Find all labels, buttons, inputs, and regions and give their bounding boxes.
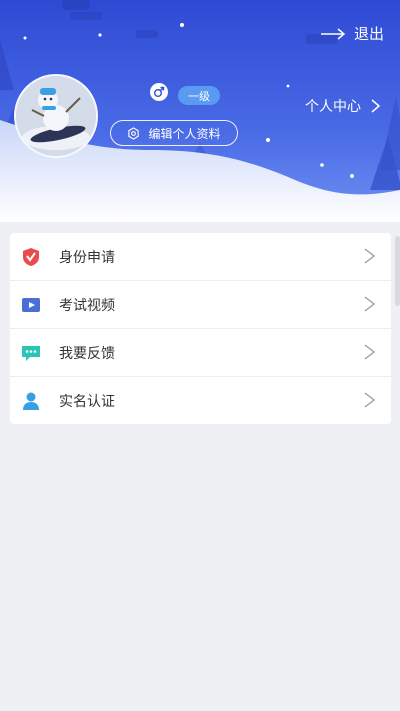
personal-center-link[interactable]: 个人中心 (305, 96, 380, 116)
profile-header: 退出 一级 编辑个人资料 个人中心 (0, 0, 400, 222)
personal-center-label: 个人中心 (305, 99, 361, 115)
video-play-icon (22, 297, 40, 312)
gear-icon (128, 126, 140, 140)
menu-item-label: 身份申请 (59, 249, 115, 266)
chevron-right-icon (364, 392, 375, 408)
shield-check-icon (23, 247, 39, 266)
snowman-avatar-icon (16, 76, 96, 156)
menu-list: 身份申请 考试视频 我要反馈 实名认证 (10, 233, 391, 424)
chevron-right-icon (364, 248, 375, 264)
avatar[interactable] (14, 74, 98, 158)
edit-profile-button[interactable]: 编辑个人资料 (110, 120, 238, 146)
logout-label: 退出 (353, 25, 384, 43)
level-badge: 一级 (178, 86, 220, 105)
chat-bubble-icon (22, 345, 40, 361)
logout-button[interactable]: 退出 (320, 23, 384, 44)
chevron-right-icon (364, 344, 375, 360)
chevron-right-icon (364, 296, 375, 312)
menu-item-label: 考试视频 (59, 297, 115, 314)
menu-item-label: 我要反馈 (59, 345, 115, 362)
menu-item-identity-application[interactable]: 身份申请 (10, 233, 391, 281)
menu-item-real-name-verification[interactable]: 实名认证 (10, 377, 391, 424)
arrow-right-icon (320, 27, 346, 40)
scrollbar[interactable] (395, 236, 400, 306)
chevron-right-icon (371, 99, 380, 113)
menu-item-label: 实名认证 (59, 393, 115, 410)
menu-item-exam-videos[interactable]: 考试视频 (10, 281, 391, 329)
menu-item-feedback[interactable]: 我要反馈 (10, 329, 391, 377)
male-icon (150, 83, 168, 101)
person-icon (23, 392, 39, 410)
edit-profile-label: 编辑个人资料 (148, 126, 221, 141)
